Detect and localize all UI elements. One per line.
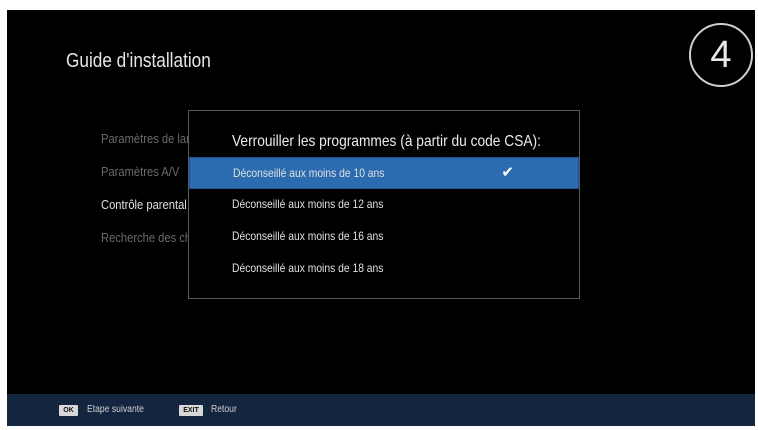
step-number-badge: 4 xyxy=(689,23,753,87)
next-step-label: Etape suivante xyxy=(87,404,144,415)
ok-key-icon[interactable]: OK xyxy=(59,405,78,416)
footer-bar: OK Etape suivante EXIT Retour xyxy=(7,394,755,426)
rating-option-label: Déconseillé aux moins de 18 ans xyxy=(232,261,384,275)
rating-option-12[interactable]: Déconseillé aux moins de 12 ans xyxy=(189,189,579,221)
rating-option-label: Déconseillé aux moins de 12 ans xyxy=(232,197,384,211)
dialog-title: Verrouiller les programmes (à partir du … xyxy=(232,133,541,150)
exit-key-icon[interactable]: EXIT xyxy=(179,405,203,416)
page-title: Guide d'installation xyxy=(66,50,211,72)
rating-option-label: Déconseillé aux moins de 16 ans xyxy=(232,229,384,243)
rating-option-18[interactable]: Déconseillé aux moins de 18 ans xyxy=(189,253,579,285)
rating-option-10[interactable]: Déconseillé aux moins de 10 ans ✔ xyxy=(189,157,579,189)
rating-option-label: Déconseillé aux moins de 10 ans xyxy=(233,166,385,180)
rating-options-list: Déconseillé aux moins de 10 ans ✔ Décons… xyxy=(189,157,579,285)
checkmark-icon: ✔ xyxy=(501,164,514,181)
rating-option-16[interactable]: Déconseillé aux moins de 16 ans xyxy=(189,221,579,253)
parental-lock-dialog: Verrouiller les programmes (à partir du … xyxy=(188,110,580,299)
tv-screen: Guide d'installation 4 Paramètres de lan… xyxy=(7,10,755,426)
back-label: Retour xyxy=(211,404,237,415)
